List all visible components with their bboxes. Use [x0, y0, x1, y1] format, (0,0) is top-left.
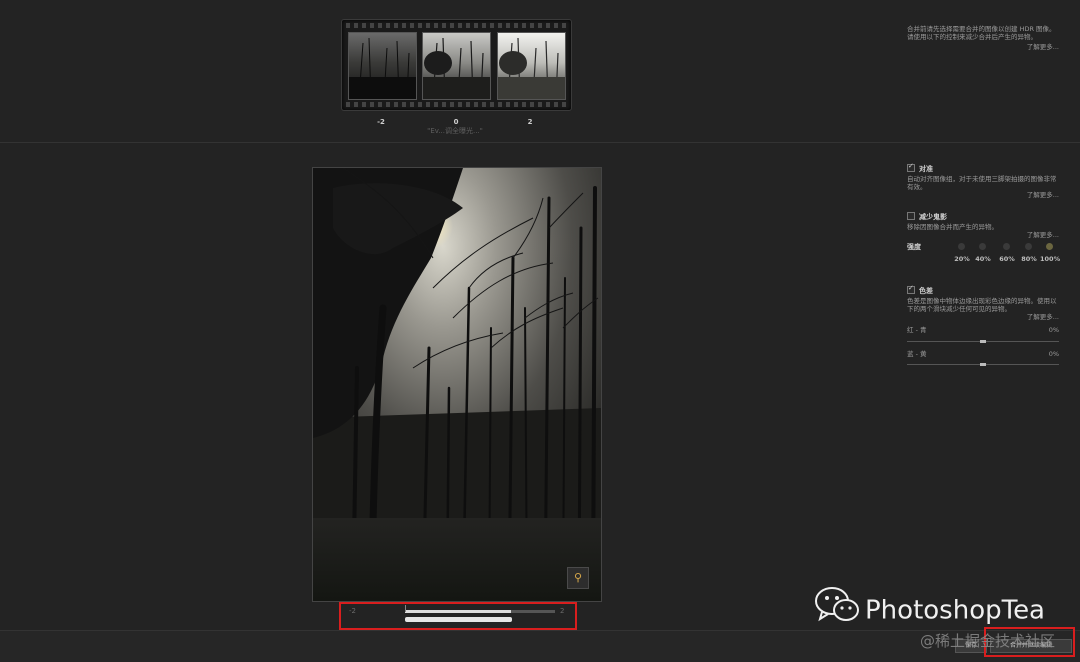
slider-max-label: 2	[560, 607, 565, 615]
slider-min-label: -2	[349, 607, 356, 615]
film-perforation	[346, 23, 567, 28]
strength-value: 20%	[954, 255, 970, 263]
film-perforation	[346, 102, 567, 107]
strength-row: 强度 20% 40% 60% 80% 100%	[907, 243, 1061, 267]
strength-value: 100%	[1040, 255, 1061, 263]
watermark-site: @稀土掘金技术社区	[920, 632, 1056, 650]
ev-label: -2	[377, 118, 385, 126]
color-description: 色差是图像中物体边缘出现彩色边缘的异物。使用以下的两个滑块减少任何可见的异物。	[907, 297, 1057, 313]
ev-label: 0	[453, 118, 459, 126]
strength-option-80[interactable]	[1025, 243, 1032, 250]
thumbnail-image	[498, 33, 565, 99]
exposure-track-fill	[405, 610, 511, 613]
slider-label: 红 - 青	[907, 326, 927, 334]
exposure-handle[interactable]	[405, 617, 512, 622]
slider-value: 0%	[1048, 350, 1059, 358]
align-description: 自动对齐图像组，对于未使用三脚架拍摄的图像非常有效。	[907, 175, 1057, 191]
thumbnail-image	[423, 33, 490, 99]
color-sliders: 红 - 青 0% 蓝 - 黄 0%	[907, 326, 1059, 370]
intro-panel: 合并前请先选择需要合并的图像以创建 HDR 图像。请使用以下的控制来减少合并后产…	[907, 25, 1059, 51]
watermark-brand: PhotoshopTea	[865, 595, 1045, 626]
magnifier-icon: ⚲	[573, 571, 583, 584]
strength-option-100[interactable]	[1046, 243, 1053, 250]
color-checkbox[interactable]	[907, 284, 915, 294]
ghost-checkbox[interactable]	[907, 212, 915, 220]
zoom-button[interactable]: ⚲	[567, 567, 589, 589]
strength-value: 60%	[999, 255, 1015, 263]
intro-text: 合并前请先选择需要合并的图像以创建 HDR 图像。请使用以下的控制来减少合并后产…	[907, 25, 1056, 41]
source-thumbnail[interactable]	[497, 32, 566, 100]
filmstrip	[341, 19, 572, 111]
strength-option-60[interactable]	[1003, 243, 1010, 250]
slider-value: 0%	[1048, 326, 1059, 334]
wechat-icon	[815, 586, 859, 636]
exposure-slider-panel: -2 2	[339, 602, 577, 630]
learn-more-link[interactable]: 了解更多...	[907, 191, 1059, 199]
align-checkbox[interactable]	[907, 162, 915, 172]
learn-more-link[interactable]: 了解更多...	[907, 231, 1059, 239]
red-cyan-slider[interactable]	[907, 340, 1059, 343]
strength-option-40[interactable]	[979, 243, 986, 250]
slider-knob[interactable]	[980, 363, 986, 366]
strength-option-20[interactable]	[958, 243, 965, 250]
learn-more-link[interactable]: 了解更多...	[907, 313, 1059, 321]
color-header: 色差	[907, 284, 1059, 295]
strength-value: 40%	[975, 255, 991, 263]
red-cyan-row: 红 - 青 0%	[907, 326, 1059, 334]
align-section: 对准 自动对齐图像组，对于未使用三脚架拍摄的图像非常有效。 了解更多...	[907, 162, 1059, 199]
preview-photo	[313, 168, 601, 601]
align-label: 对准	[919, 165, 933, 173]
ghost-section: 减少鬼影 移除因图像合并而产生的异物。 了解更多...	[907, 212, 1059, 239]
track-tick	[405, 605, 406, 612]
ghost-header: 减少鬼影	[907, 212, 1059, 221]
blue-yellow-slider[interactable]	[907, 363, 1059, 366]
slider-label: 蓝 - 黄	[907, 350, 927, 358]
blue-yellow-row: 蓝 - 黄 0%	[907, 350, 1059, 358]
slider-knob[interactable]	[980, 340, 986, 343]
source-thumbnail[interactable]	[422, 32, 491, 100]
bottom-bar	[0, 630, 1080, 662]
watermark: PhotoshopTea	[815, 586, 1045, 630]
color-label: 色差	[919, 287, 933, 295]
ghost-description: 移除因图像合并而产生的异物。	[907, 223, 998, 231]
strength-label: 强度	[907, 243, 921, 251]
align-header: 对准	[907, 162, 1059, 173]
filmstrip-caption: "Ev...调全曝光..."	[427, 127, 483, 135]
ev-label: 2	[527, 118, 533, 126]
ghost-label: 减少鬼影	[919, 213, 947, 221]
color-section: 色差 色差是图像中物体边缘出现彩色边缘的异物。使用以下的两个滑块减少任何可见的异…	[907, 284, 1059, 321]
divider	[0, 142, 1080, 143]
learn-more-link[interactable]: 了解更多...	[907, 43, 1059, 51]
hdr-preview-image	[312, 167, 602, 602]
source-thumbnail[interactable]	[348, 32, 417, 100]
strength-value: 80%	[1021, 255, 1037, 263]
thumbnail-image	[349, 33, 416, 99]
